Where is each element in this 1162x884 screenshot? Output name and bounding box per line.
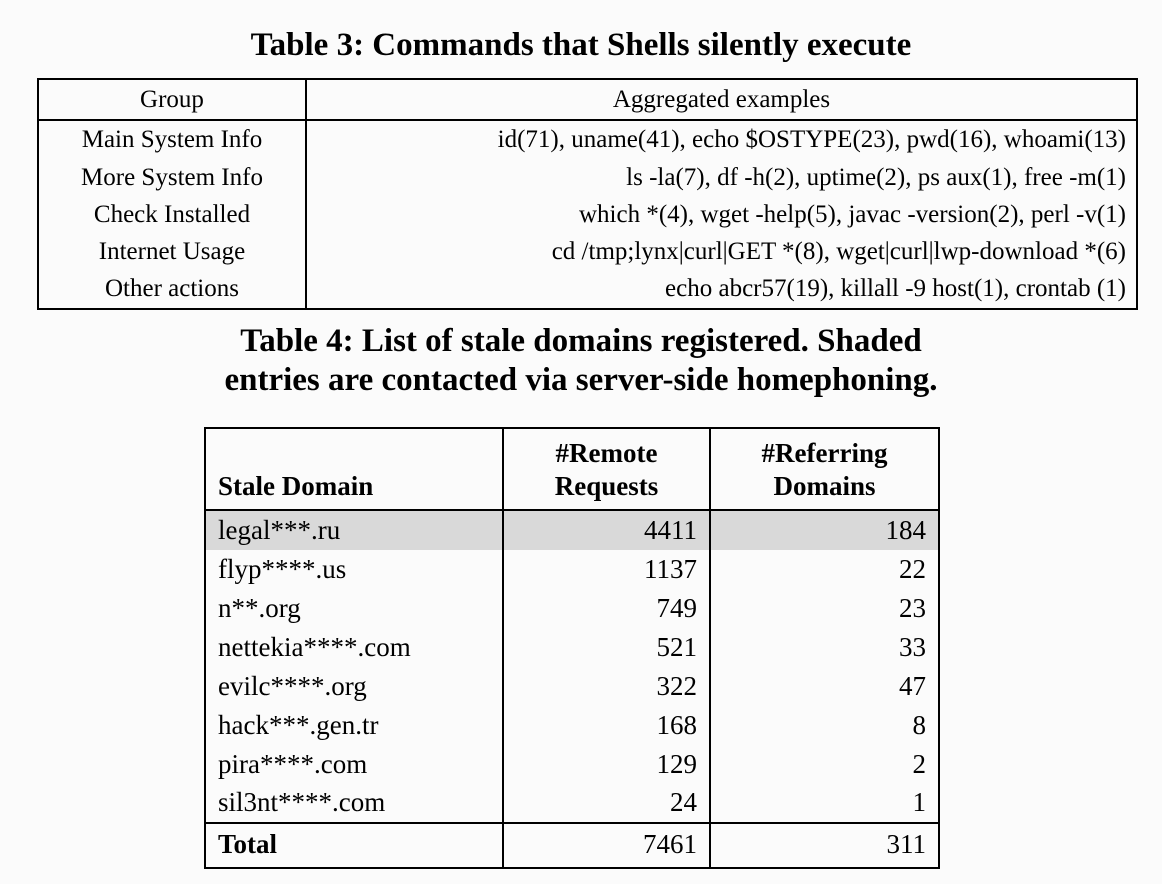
total-referring-domains: 311 — [709, 823, 939, 869]
cell-stale-domain: n**.org — [218, 592, 301, 623]
table-row: hack***.gen.tr 168 8 — [205, 705, 939, 745]
table-row: sil3nt****.com 24 1 — [205, 783, 939, 824]
total-remote-requests: 7461 — [502, 823, 710, 869]
table-4-body: legal***.ru 4411 184 flyp****.us 1137 22… — [205, 509, 939, 824]
table-3-group-cell: Other actions — [105, 275, 239, 303]
column-header-remote-requests-line-1: #Remote — [555, 438, 658, 468]
table-3-group-cell: Check Installed — [93, 200, 251, 228]
table-3-header-row: Group Aggregated examples — [38, 79, 1137, 121]
cell-stale-domain: legal***.ru — [205, 509, 503, 550]
cell-stale-domain: hack***.gen.tr — [218, 709, 379, 740]
table-3-group-cell: More System Info — [81, 163, 263, 191]
table-3: Group Aggregated examples Main System In… — [37, 78, 1138, 310]
table-3-examples-cell: ls -la(7), df -h(2), uptime(2), ps aux(1… — [305, 158, 1137, 196]
cell-stale-domain: sil3nt****.com — [218, 787, 386, 818]
table-row: Main System Info id(71), uname(41), echo… — [38, 120, 1137, 159]
cell-referring-domains: 184 — [709, 509, 939, 550]
table-4-header: Stale Domain #Remote Requests #Referring… — [205, 428, 939, 510]
column-header-referring-domains: #Referring Domains — [709, 428, 939, 510]
cell-remote-requests: 322 — [502, 666, 710, 706]
table-3-examples-cell: echo abcr57(19), killall -9 host(1), cro… — [305, 270, 1137, 309]
table-row: legal***.ru 4411 184 — [205, 509, 939, 550]
table-row: evilc****.org 322 47 — [205, 666, 939, 706]
table-4-total-row: Total 7461 311 — [205, 823, 939, 869]
table-row: More System Info ls -la(7), df -h(2), up… — [38, 158, 1137, 196]
table-3-group-cell: Main System Info — [81, 126, 263, 154]
table-3-header-group: Group — [140, 86, 204, 113]
table-3-block: Table 3: Commands that Shells silently e… — [0, 0, 1162, 310]
column-header-referring-domains-line-1: #Referring — [761, 438, 888, 468]
table-3-head-section: Group Aggregated examples — [38, 79, 1137, 121]
column-header-referring-domains-line-2: Domains — [773, 470, 876, 501]
cell-referring-domains: 2 — [709, 744, 939, 784]
table-3-header-examples: Aggregated examples — [305, 79, 1137, 121]
table-row: pira****.com 129 2 — [205, 744, 939, 784]
cell-remote-requests: 749 — [502, 588, 710, 628]
cell-referring-domains: 33 — [709, 627, 939, 667]
cell-referring-domains: 22 — [709, 549, 939, 589]
cell-remote-requests: 129 — [502, 744, 710, 784]
cell-stale-domain: flyp****.us — [218, 553, 347, 584]
cell-remote-requests: 521 — [502, 627, 710, 667]
table-3-body: Main System Info id(71), uname(41), echo… — [38, 120, 1137, 309]
cell-referring-domains: 47 — [709, 666, 939, 706]
cell-referring-domains: 23 — [709, 588, 939, 628]
cell-stale-domain: evilc****.org — [218, 670, 367, 701]
table-row: flyp****.us 1137 22 — [205, 549, 939, 589]
column-header-remote-requests: #Remote Requests — [502, 428, 710, 510]
cell-remote-requests: 4411 — [502, 509, 710, 550]
column-header-remote-requests-line-2: Requests — [554, 470, 659, 501]
cell-remote-requests: 1137 — [502, 549, 710, 589]
total-label: Total — [218, 829, 278, 860]
table-3-examples-cell: id(71), uname(41), echo $OSTYPE(23), pwd… — [305, 120, 1137, 159]
table-4-caption-line-2: entries are contacted via server-side ho… — [224, 361, 938, 398]
table-4-header-row: Stale Domain #Remote Requests #Referring… — [205, 428, 939, 510]
table-4-caption-line-1: Table 4: List of stale domains registere… — [240, 323, 922, 359]
table-row: n**.org 749 23 — [205, 588, 939, 628]
table-3-caption: Table 3: Commands that Shells silently e… — [250, 27, 912, 63]
table-4: Stale Domain #Remote Requests #Referring… — [204, 427, 940, 870]
table-3-group-cell: Internet Usage — [98, 238, 246, 265]
table-3-examples-cell: which *(4), wget -help(5), javac -versio… — [305, 195, 1137, 233]
table-row: Check Installed which *(4), wget -help(5… — [38, 195, 1137, 233]
table-row: Internet Usage cd /tmp;lynx|curl|GET *(8… — [38, 233, 1137, 271]
cell-referring-domains: 1 — [709, 783, 939, 824]
table-3-examples-cell: cd /tmp;lynx|curl|GET *(8), wget|curl|lw… — [305, 233, 1137, 271]
table-row: Other actions echo abcr57(19), killall -… — [38, 270, 1137, 309]
table-4-total-section: Total 7461 311 — [205, 823, 939, 869]
table-4-caption: Table 4: List of stale domains registere… — [0, 322, 1162, 400]
cell-remote-requests: 24 — [502, 783, 710, 824]
cell-stale-domain: nettekia****.com — [218, 631, 411, 662]
cell-remote-requests: 168 — [502, 705, 710, 745]
table-row: nettekia****.com 521 33 — [205, 627, 939, 667]
column-header-stale-domain: Stale Domain — [218, 470, 374, 501]
cell-referring-domains: 8 — [709, 705, 939, 745]
cell-stale-domain: pira****.com — [218, 748, 368, 779]
